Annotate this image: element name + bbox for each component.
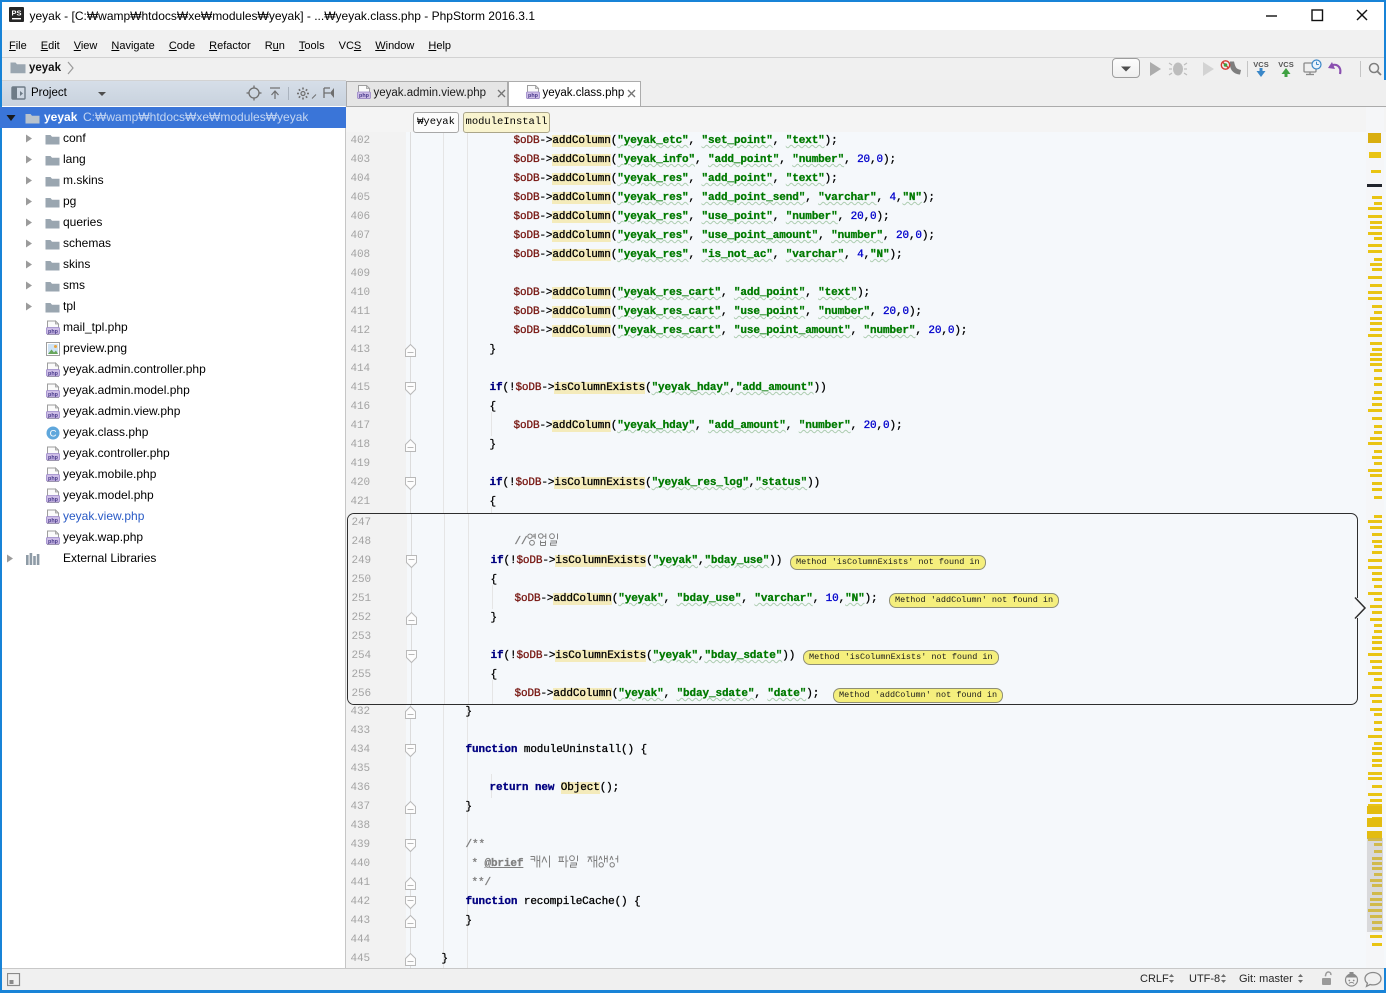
svg-text:PS: PS <box>11 9 21 18</box>
svg-text:php: php <box>48 497 59 503</box>
svg-text:php: php <box>48 518 59 524</box>
svg-text:php: php <box>359 93 370 99</box>
svg-text:VCS: VCS <box>1278 60 1293 69</box>
svg-text:php: php <box>48 371 59 377</box>
svg-text:php: php <box>48 392 59 398</box>
svg-text:php: php <box>48 329 59 335</box>
svg-text:php: php <box>48 539 59 545</box>
svg-text:C: C <box>50 429 57 440</box>
svg-text:php: php <box>48 476 59 482</box>
svg-text:VCS: VCS <box>1253 60 1268 69</box>
svg-text:php: php <box>528 93 539 99</box>
svg-text:php: php <box>48 455 59 461</box>
svg-text:php: php <box>48 413 59 419</box>
